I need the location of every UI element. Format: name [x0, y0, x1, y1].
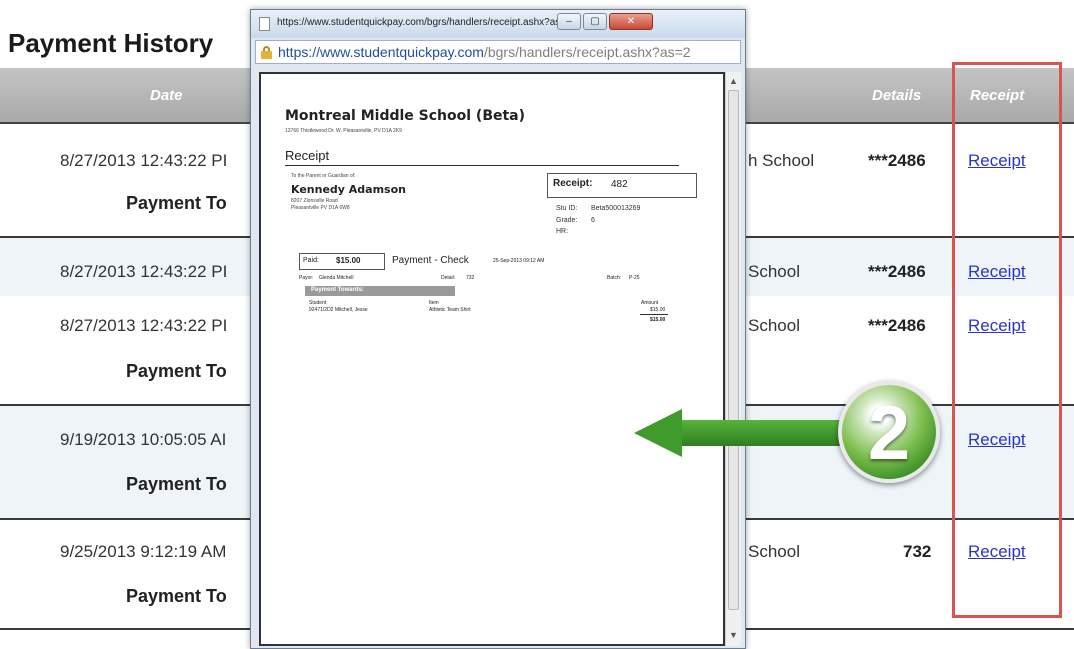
vertical-scrollbar[interactable]: ▲ ▼ [725, 72, 741, 646]
row-details: ***2486 [868, 151, 926, 170]
row-date: 8/27/2013 12:43:22 PI [60, 262, 228, 281]
row-details: ***2486 [868, 262, 926, 281]
minimize-button[interactable]: – [557, 13, 581, 30]
step-number-badge: 2 [838, 381, 940, 483]
row-school: School [748, 262, 800, 281]
column-header-date: Date [150, 87, 183, 104]
row-date: 8/27/2013 12:43:22 PI [60, 316, 228, 335]
line-student: 92471/2D2 Mitchell, Jesse [309, 307, 368, 313]
receipt-column-highlight [952, 62, 1062, 618]
row-school: School [748, 316, 800, 335]
address-bar[interactable]: https://www.studentquickpay.com/bgrs/han… [255, 40, 741, 64]
scroll-thumb[interactable] [728, 90, 739, 610]
page-icon [259, 17, 270, 31]
close-button[interactable]: ✕ [609, 13, 653, 30]
row-date: 9/25/2013 9:12:19 AM [60, 542, 227, 561]
stu-id-label: Stu ID: [556, 205, 578, 212]
step-number: 2 [867, 391, 911, 476]
receipt-number-label: Receipt: [553, 178, 593, 189]
payment-total-label: Payment To [126, 474, 227, 494]
detail-value: 732 [466, 275, 475, 281]
line-amount-header: Amount [641, 300, 659, 306]
row-details: ***2486 [868, 316, 926, 335]
page-title: Payment History [8, 28, 214, 58]
row-details: 732 [903, 542, 932, 561]
payment-date: 25-Sep-2013 09:12 AM [493, 258, 545, 264]
maximize-button[interactable]: ▢ [583, 13, 607, 30]
batch-value: P-25 [629, 275, 640, 281]
stu-id-value: Beta500013269 [591, 205, 641, 212]
detail-label: Detail: [441, 275, 456, 281]
scroll-up-arrow-icon[interactable]: ▲ [729, 76, 738, 86]
payor-value: Glenda Mitchell [319, 275, 354, 281]
receipt-to-line: To the Parent or Guardian of: [291, 173, 356, 179]
total-rule [640, 314, 668, 315]
url-host: https://www.studentquickpay.com [278, 44, 484, 60]
grade-label: Grade: [556, 217, 578, 224]
payment-type: Payment - Check [392, 255, 469, 266]
lock-icon [261, 46, 272, 59]
payment-towards-label: Payment Towards: [311, 287, 364, 293]
receipt-document: Montreal Middle School (Beta) 13766 This… [259, 72, 725, 646]
line-item: Athletic Team Shirt [429, 307, 471, 313]
row-date: 9/19/2013 10:05:05 AI [60, 430, 227, 449]
receipt-school-name: Montreal Middle School (Beta) [285, 108, 526, 124]
payment-total-label: Payment To [126, 361, 227, 381]
receipt-student-name: Kennedy Adamson [291, 183, 406, 196]
payor-label: Payor: [299, 275, 314, 281]
receipt-city: Pleasantville PV D1A 6W8 [291, 205, 350, 211]
column-header-details: Details [872, 87, 922, 104]
row-date: 8/27/2013 12:43:22 PI [60, 151, 228, 170]
receipt-popup-window: https://www.studentquickpay.com/bgrs/han… [250, 9, 746, 649]
line-student-header: Student [309, 300, 327, 306]
line-item-header: Item [429, 300, 439, 306]
scroll-down-arrow-icon[interactable]: ▼ [729, 630, 738, 640]
receipt-number: 482 [611, 179, 628, 190]
url-path: /bgrs/handlers/receipt.ashx?as=2 [483, 44, 691, 60]
green-arrow-icon [634, 409, 682, 457]
payment-total-label: Payment To [126, 586, 227, 606]
paid-amount: $15.00 [336, 256, 361, 265]
receipt-heading: Receipt [285, 148, 330, 163]
row-school: h School [748, 151, 815, 170]
popup-titlebar[interactable]: https://www.studentquickpay.com/bgrs/han… [251, 10, 745, 38]
receipt-school-address: 13766 Thistlewood Dr. W, Pleasantville, … [285, 128, 402, 134]
receipt-heading-rule [285, 165, 679, 166]
url-text[interactable]: https://www.studentquickpay.com/bgrs/han… [278, 44, 738, 60]
popup-window-title: https://www.studentquickpay.com/bgrs/han… [277, 17, 577, 28]
line-total: $15.00 [650, 317, 666, 323]
line-amount: $15.00 [650, 307, 666, 313]
paid-label: Paid: [303, 257, 319, 264]
payment-total-label: Payment To [126, 193, 227, 213]
hr-label: HR: [556, 228, 569, 235]
grade-value: 6 [591, 217, 595, 224]
row-school: School [748, 542, 800, 561]
batch-label: Batch: [607, 275, 622, 281]
receipt-street: 8207 Zionsville Road [291, 198, 338, 204]
